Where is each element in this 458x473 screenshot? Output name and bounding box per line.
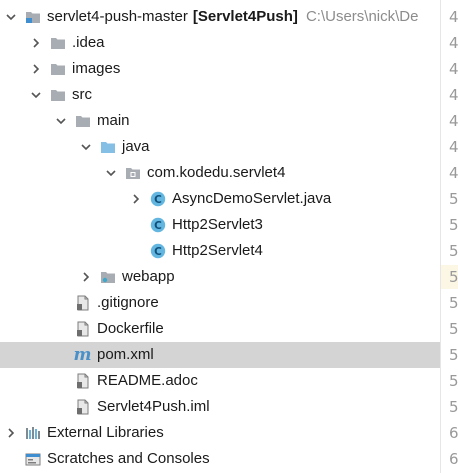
tree-node-java[interactable]: java <box>0 134 440 160</box>
tree-node-pom-xml[interactable]: m pom.xml <box>0 342 440 368</box>
tree-node-asyncdemoservlet-java[interactable]: C AsyncDemoServlet.java <box>0 186 440 212</box>
package-icon <box>124 165 141 182</box>
tree-node-label: Scratches and Consoles <box>47 450 210 467</box>
root-module-name: [Servlet4Push] <box>192 8 298 25</box>
folder-icon <box>49 61 66 78</box>
tree-node-main[interactable]: main <box>0 108 440 134</box>
tree-node-label: Http2Servlet4 <box>172 242 263 259</box>
gutter-line-number: 4 <box>449 34 458 52</box>
web-folder-icon <box>99 269 116 286</box>
tree-node-label: main <box>97 112 130 129</box>
chevron-right-icon[interactable] <box>29 59 43 79</box>
java-class-icon: C <box>149 243 166 260</box>
tree-node-label: webapp <box>122 268 175 285</box>
svg-text:C: C <box>154 194 162 206</box>
gutter-line-number: 6 <box>449 450 458 468</box>
gutter-line-number: 5 <box>449 294 458 312</box>
tree-node-src[interactable]: src <box>0 82 440 108</box>
tree-node-label: com.kodedu.servlet4 <box>147 164 286 181</box>
project-tree[interactable]: servlet4-push-master [Servlet4Push] C:\Use… <box>0 0 440 473</box>
gutter-line-number: 5 <box>449 320 458 338</box>
tree-node-com-kodedu-servlet4[interactable]: com.kodedu.servlet4 <box>0 160 440 186</box>
tree-node-images[interactable]: images <box>0 56 440 82</box>
gutter-line-number: 4 <box>449 138 458 156</box>
editor-gutter: 4 4 4 4 4 4 4 5 5 5 5 5 5 5 5 5 6 6 <box>440 0 458 473</box>
tree-node-webapp[interactable]: webapp <box>0 264 440 290</box>
tree-node-dockerfile[interactable]: Dockerfile <box>0 316 440 342</box>
chevron-down-icon[interactable] <box>104 163 118 183</box>
libraries-icon <box>24 425 41 442</box>
folder-icon <box>74 113 91 130</box>
file-icon <box>74 399 91 416</box>
svg-text:C: C <box>154 246 162 258</box>
module-folder-icon <box>24 9 41 26</box>
gutter-line-number: 5 <box>449 216 458 234</box>
chevron-down-icon[interactable] <box>54 111 68 131</box>
tree-node-http2servlet3[interactable]: C Http2Servlet3 <box>0 212 440 238</box>
gutter-line-number: 5 <box>449 242 458 260</box>
tree-node-label: External Libraries <box>47 424 164 441</box>
folder-icon <box>49 35 66 52</box>
chevron-down-icon[interactable] <box>29 85 43 105</box>
tree-node-servlet4push-iml[interactable]: Servlet4Push.iml <box>0 394 440 420</box>
tree-node-gitignore[interactable]: .gitignore <box>0 290 440 316</box>
root-project-path: C:\Users\nick\De <box>305 8 419 25</box>
tree-node-servlet4-push-master[interactable]: servlet4-push-master [Servlet4Push] C:\Use… <box>0 4 440 30</box>
chevron-right-icon[interactable] <box>4 423 18 443</box>
gutter-line-number: 4 <box>449 112 458 130</box>
java-class-icon: C <box>149 191 166 208</box>
gutter-line-number: 5 <box>449 346 458 364</box>
chevron-right-icon[interactable] <box>129 189 143 209</box>
tree-node-readme-adoc[interactable]: README.adoc <box>0 368 440 394</box>
gutter-line-number: 4 <box>449 8 458 26</box>
gutter-line-number: 5 <box>449 398 458 416</box>
gutter-line-number: 5 <box>449 268 458 286</box>
chevron-right-icon[interactable] <box>79 267 93 287</box>
tree-node-label: .idea <box>72 34 105 51</box>
java-class-icon: C <box>149 217 166 234</box>
tree-node-label: Http2Servlet3 <box>172 216 263 233</box>
gutter-line-number: 6 <box>449 424 458 442</box>
tree-node-label: images <box>72 60 121 77</box>
gutter-line-number: 5 <box>449 190 458 208</box>
tree-node-label: .gitignore <box>97 294 159 311</box>
source-folder-icon <box>99 139 116 156</box>
gutter-line-number: 4 <box>449 86 458 104</box>
tree-node-label: java <box>122 138 150 155</box>
maven-file-icon: m <box>73 344 92 365</box>
gutter-line-number: 4 <box>449 60 458 78</box>
file-icon <box>74 373 91 390</box>
file-icon <box>74 295 91 312</box>
tree-node-idea[interactable]: .idea <box>0 30 440 56</box>
tree-node-label: Dockerfile <box>97 320 164 337</box>
chevron-down-icon[interactable] <box>79 137 93 157</box>
root-project-name: servlet4-push-master <box>47 8 188 25</box>
tree-node-scratches-and-consoles[interactable]: Scratches and Consoles <box>0 446 440 472</box>
chevron-right-icon[interactable] <box>29 33 43 53</box>
tree-node-external-libraries[interactable]: External Libraries <box>0 420 440 446</box>
scratches-icon <box>24 451 41 468</box>
chevron-down-icon[interactable] <box>4 7 18 27</box>
tree-node-label: pom.xml <box>97 346 154 363</box>
tree-node-label: AsyncDemoServlet.java <box>172 190 332 207</box>
tree-node-label: Servlet4Push.iml <box>97 398 210 415</box>
gutter-line-number: 4 <box>449 164 458 182</box>
svg-text:C: C <box>154 220 162 232</box>
gutter-line-number: 5 <box>449 372 458 390</box>
file-icon <box>74 321 91 338</box>
tree-node-label: README.adoc <box>97 372 198 389</box>
folder-icon <box>49 87 66 104</box>
tree-node-http2servlet4[interactable]: C Http2Servlet4 <box>0 238 440 264</box>
tree-node-label: src <box>72 86 92 103</box>
